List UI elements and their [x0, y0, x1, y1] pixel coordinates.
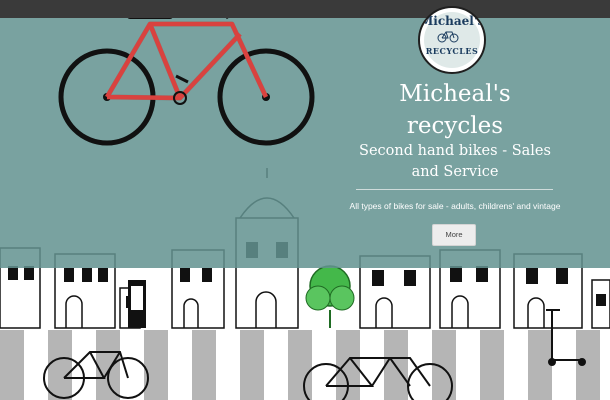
site-subtitle: Second hand bikes - Sales and Service — [359, 143, 551, 180]
more-button[interactable]: More — [432, 224, 476, 246]
logo-line-2: RECYCLES — [425, 46, 479, 56]
site-description: All types of bikes for sale - adults, ch… — [349, 201, 561, 211]
logo-badge-icon[interactable]: Michael's RECYCLES — [418, 6, 486, 74]
divider — [356, 189, 553, 190]
top-bar — [0, 0, 610, 18]
bicycle-illustration-icon — [58, 18, 315, 146]
site-title: Micheal's recycles — [399, 81, 511, 139]
logo-bike-icon — [437, 31, 459, 43]
logo-line-1: Michael's — [420, 14, 485, 28]
